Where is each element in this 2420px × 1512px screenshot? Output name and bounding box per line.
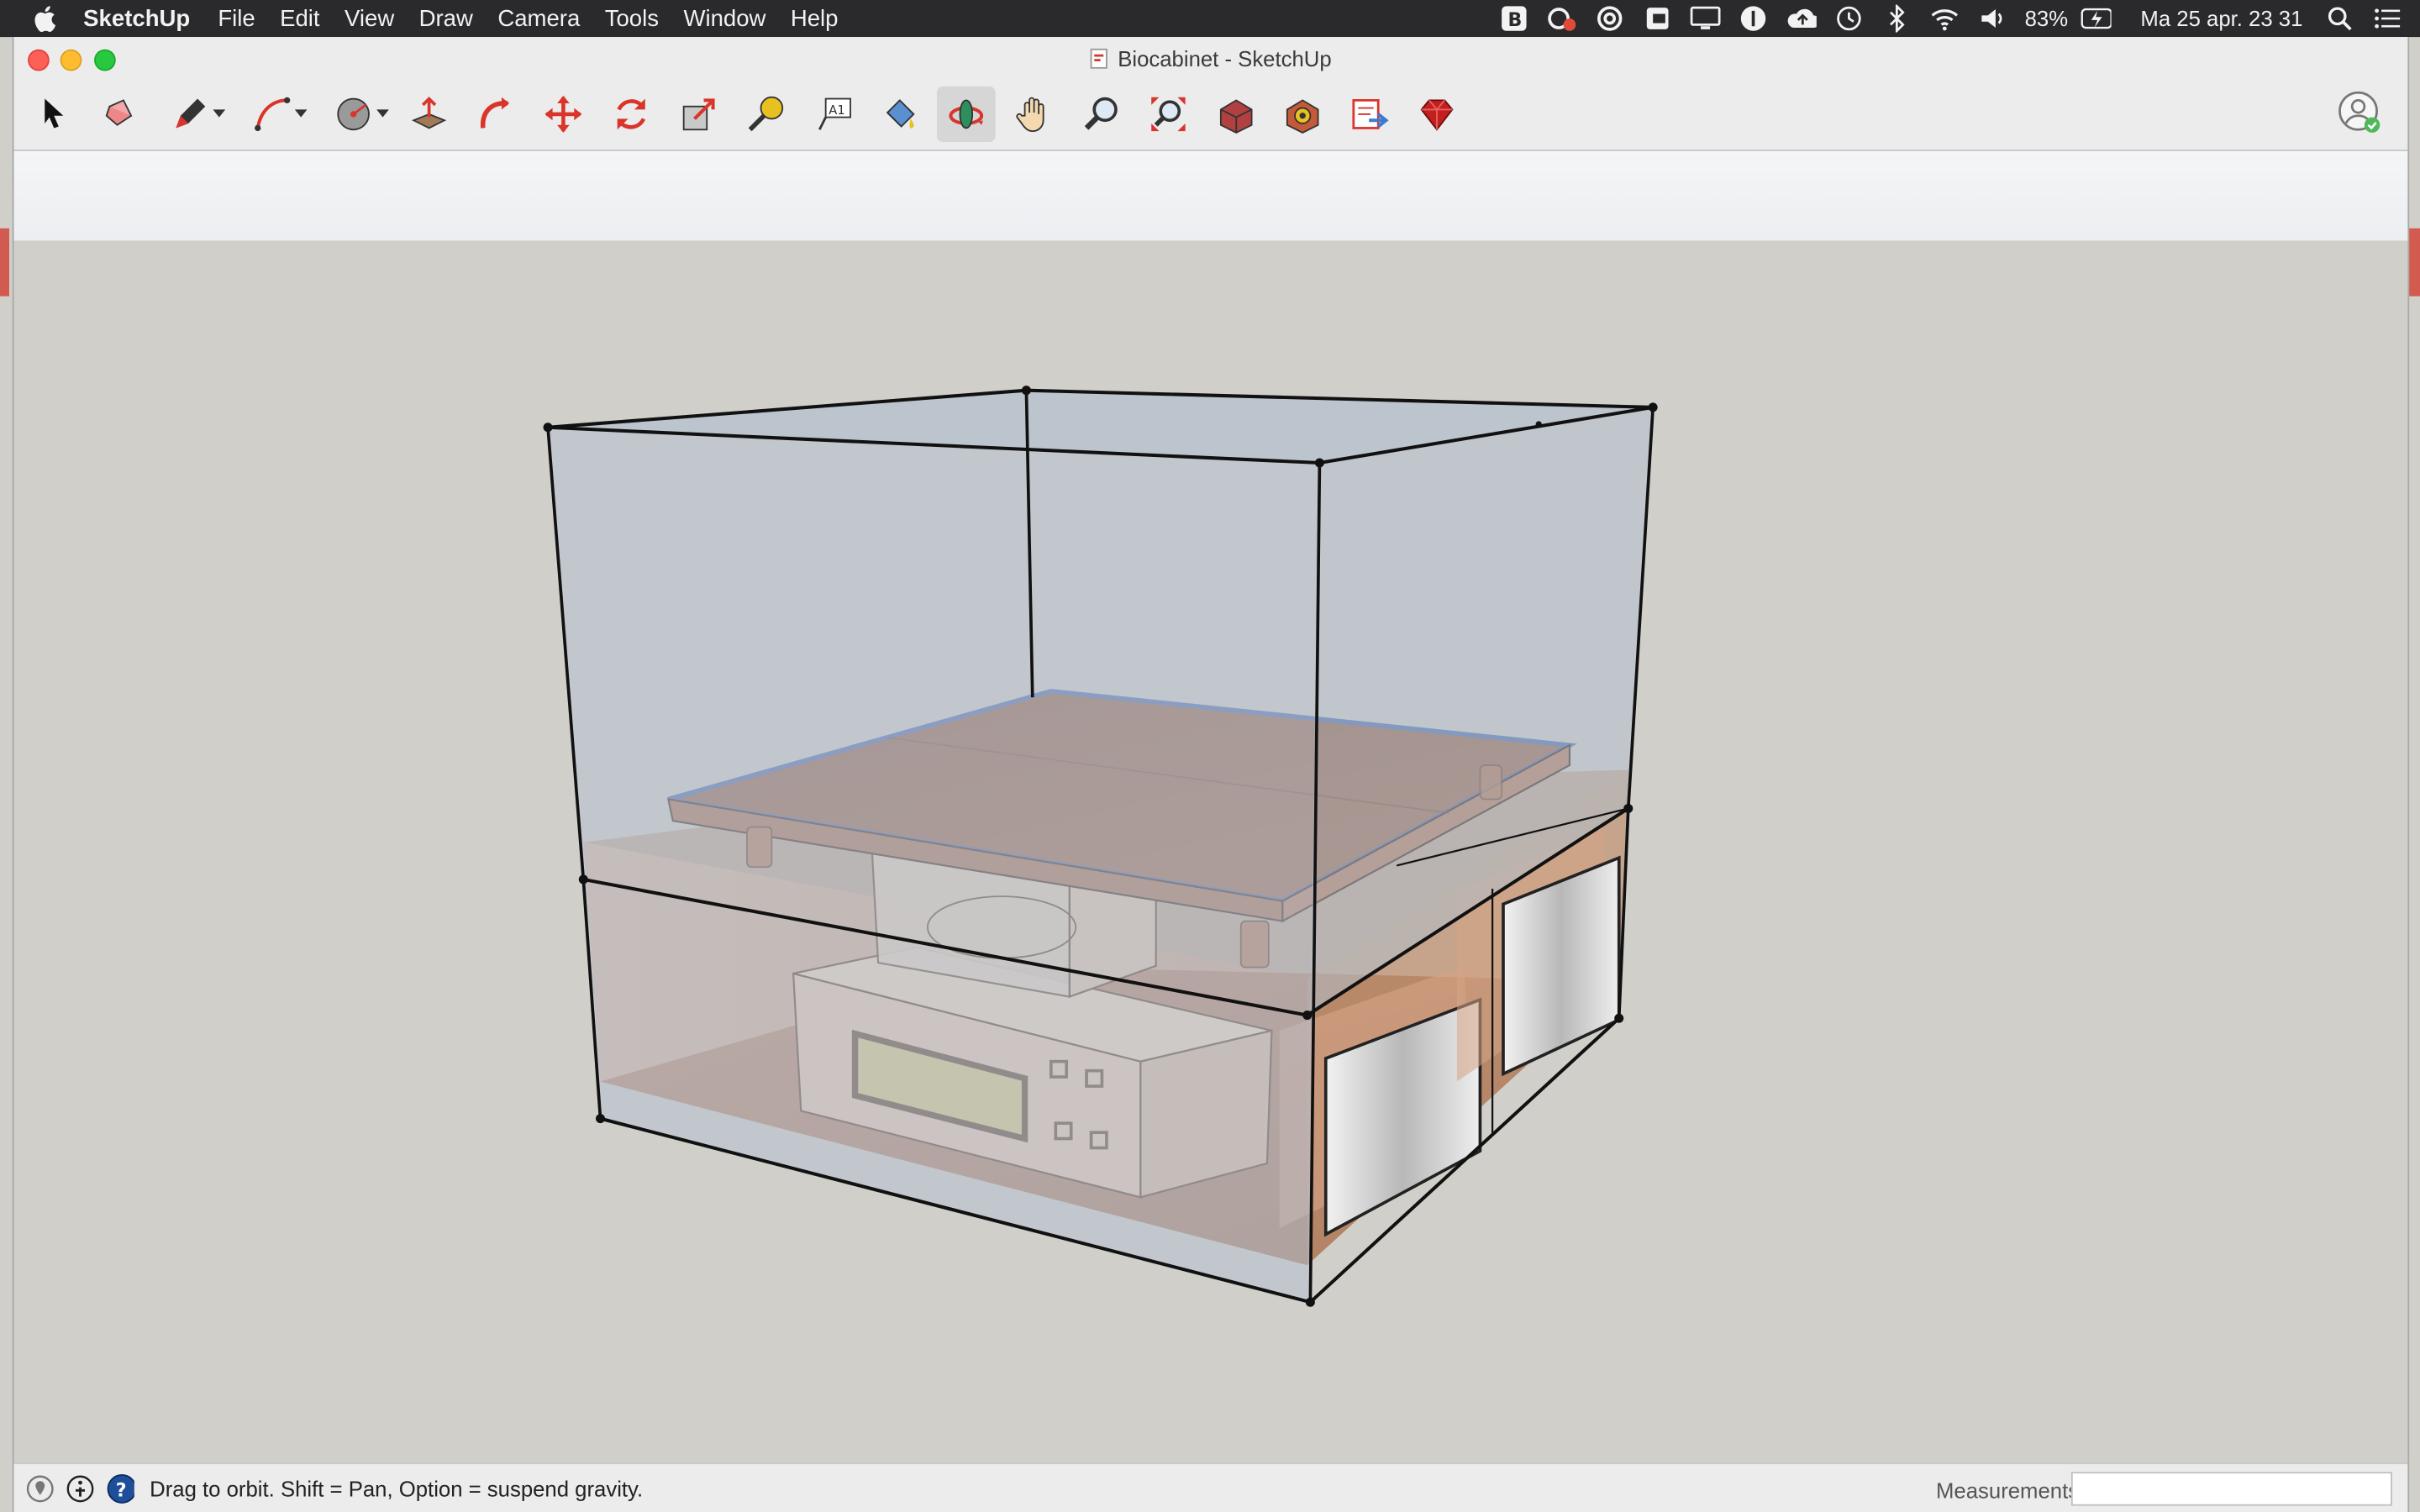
menu-edit[interactable]: Edit (280, 5, 319, 31)
instructor-help-icon[interactable]: ? (107, 1474, 134, 1504)
geolocation-icon[interactable] (26, 1475, 54, 1503)
target-icon[interactable] (1594, 3, 1625, 34)
measurements-input[interactable] (2070, 1472, 2392, 1506)
magnifier-icon (1084, 97, 1118, 130)
warehouse-icon (1219, 99, 1253, 134)
spotlight-search-icon[interactable] (2324, 3, 2355, 34)
sketchup-window: Biocabinet - SketchUp A1 ? Drag to orbit… (12, 37, 2410, 1512)
move-tool-button[interactable] (534, 87, 593, 142)
sketchup-document-icon (1090, 48, 1108, 70)
rotate-icon (617, 98, 646, 130)
send-to-layout-icon (1352, 99, 1389, 129)
chevron-down-icon[interactable] (294, 109, 308, 118)
3d-warehouse-button[interactable] (1207, 87, 1265, 142)
menu-camera[interactable]: Camera (497, 5, 580, 31)
ruby-gem-icon (1420, 99, 1454, 131)
svg-text:?: ? (116, 1481, 127, 1502)
cloud-upload-icon[interactable] (1786, 3, 1817, 34)
orbit-icon (949, 99, 984, 129)
select-tool-button[interactable] (24, 87, 82, 142)
ruby-console-button[interactable] (1407, 87, 1466, 142)
zoom-tool-button[interactable] (1073, 87, 1132, 142)
tape-measure-tool-button[interactable] (736, 87, 795, 142)
scale-tool-button[interactable] (670, 87, 729, 142)
main-toolbar: A1 (13, 80, 2408, 151)
menu-bar-status-area: B 83% Ma 25 apr. 23 31 (1498, 0, 2420, 37)
hand-pan-icon (1016, 97, 1044, 133)
select-arrow-icon (45, 98, 64, 129)
move-arrows-icon (544, 95, 582, 133)
zoom-extents-tool-button[interactable] (1139, 87, 1198, 142)
arc-icon (255, 97, 291, 132)
glass-enclosure (543, 386, 1658, 1307)
zoom-extents-icon (1151, 97, 1186, 132)
display-icon[interactable] (1690, 3, 1721, 34)
time-machine-icon[interactable] (1833, 3, 1865, 34)
apple-icon[interactable] (34, 0, 61, 37)
circle-shape-icon (337, 97, 370, 131)
screen-capture-icon[interactable] (1642, 3, 1673, 34)
rotate-tool-button[interactable] (602, 87, 660, 142)
chevron-down-icon[interactable] (213, 109, 226, 118)
battery-charging-icon[interactable] (2081, 3, 2112, 34)
control-center-icon[interactable] (2372, 3, 2403, 34)
push-pull-icon (412, 96, 447, 129)
volume-icon[interactable] (1977, 3, 2008, 34)
line-tool-button[interactable] (160, 87, 226, 142)
text-label-icon: A1 (818, 97, 851, 130)
menu-file[interactable]: File (218, 5, 255, 31)
menu-draw[interactable]: Draw (419, 5, 473, 31)
paint-bucket-icon (886, 99, 915, 129)
window-title-bar[interactable]: Biocabinet - SketchUp (13, 37, 2408, 81)
secondary-toolbar-area (13, 151, 2408, 243)
send-to-layout-button[interactable] (1341, 87, 1400, 142)
menu-help[interactable]: Help (791, 5, 839, 31)
arc-tool-button[interactable] (242, 87, 308, 142)
extension-gear-icon (1286, 99, 1319, 134)
credits-info-icon[interactable] (66, 1475, 94, 1503)
extension-warehouse-button[interactable] (1273, 87, 1332, 142)
offset-tool-button[interactable] (466, 87, 525, 142)
tape-measure-icon (748, 96, 784, 132)
biocabinet-3d-model (543, 386, 1658, 1307)
wifi-icon[interactable] (1929, 3, 1960, 34)
battery-percent: 83% (2024, 6, 2069, 31)
bbedit-icon[interactable]: B (1498, 3, 1529, 34)
push-pull-tool-button[interactable] (400, 87, 459, 142)
menu-window[interactable]: Window (683, 5, 765, 31)
follow-me-icon (481, 97, 510, 129)
eraser-tool-button[interactable] (90, 87, 149, 142)
svg-text:B: B (1507, 10, 1522, 31)
pan-tool-button[interactable] (1005, 87, 1064, 142)
window-title: Biocabinet - SketchUp (1118, 46, 1332, 71)
menu-tools[interactable]: Tools (605, 5, 659, 31)
paint-bucket-tool-button[interactable] (871, 87, 929, 142)
background-window-edge (0, 228, 10, 297)
drawing-viewport[interactable] (13, 240, 2408, 1463)
bluetooth-icon[interactable] (1881, 3, 1912, 34)
menu-view[interactable]: View (345, 5, 394, 31)
svg-text:A1: A1 (829, 103, 844, 118)
menu-bar-clock[interactable]: Ma 25 apr. 23 31 (2140, 6, 2302, 30)
scale-icon (682, 98, 715, 131)
shapes-tool-button[interactable] (324, 87, 389, 142)
measurements-label: Measurements (1936, 1478, 2080, 1503)
status-bar: ? Drag to orbit. Shift = Pan, Option = s… (13, 1462, 2408, 1512)
chevron-down-icon[interactable] (376, 109, 389, 118)
status-message: Drag to orbit. Shift = Pan, Option = sus… (150, 1476, 644, 1502)
pencil-icon (176, 98, 206, 129)
orbit-tool-button[interactable] (936, 86, 996, 142)
menu-app-name[interactable]: SketchUp (83, 5, 190, 31)
creative-cloud-icon[interactable] (1546, 3, 1577, 34)
eraser-icon (105, 99, 133, 126)
text-tool-button[interactable]: A1 (806, 87, 865, 142)
onepassword-icon[interactable] (1738, 3, 1769, 34)
macos-menu-bar: SketchUp File Edit View Draw Camera Tool… (0, 0, 2420, 38)
account-profile-icon[interactable] (2337, 90, 2383, 136)
